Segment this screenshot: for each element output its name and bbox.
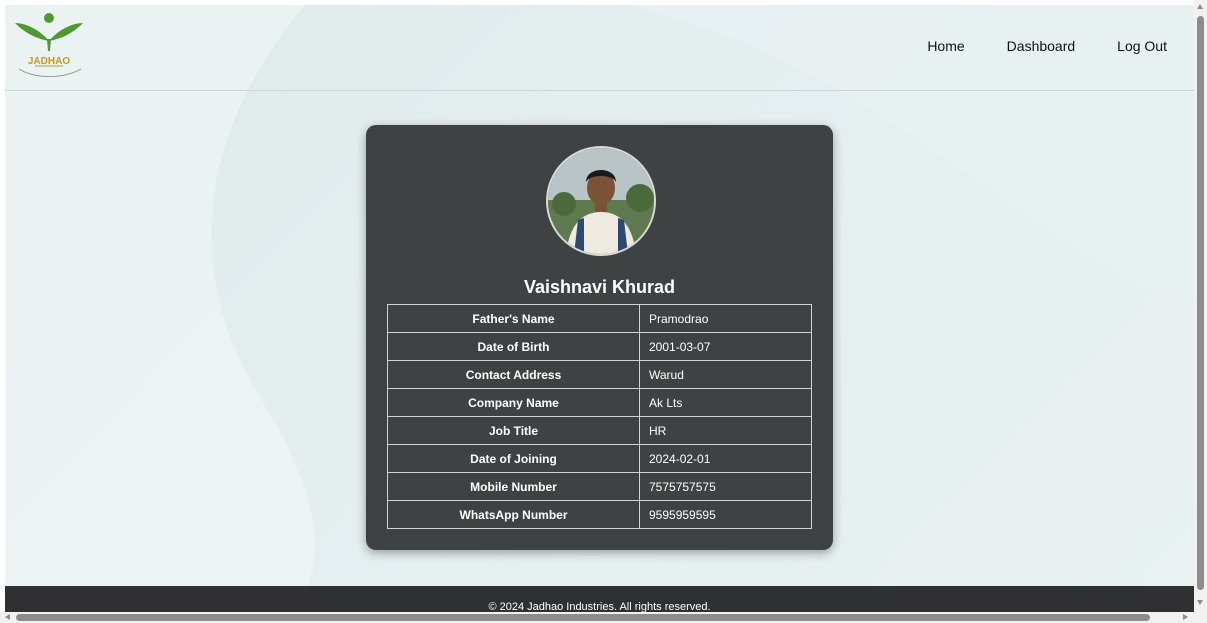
detail-label: Date of Birth [387,332,640,361]
table-row: Father's Name Pramodrao [387,304,812,333]
table-row: WhatsApp Number 9595959595 [387,500,812,529]
scroll-right-icon[interactable] [1183,614,1188,620]
horizontal-scroll-thumb[interactable] [16,614,1150,621]
nav-logout-link[interactable]: Log Out [1117,38,1167,54]
site-header: JADHAO Home Dashboard Log Out [5,5,1194,91]
main-nav: Home Dashboard Log Out [927,38,1167,54]
detail-value: Ak Lts [639,388,812,417]
detail-value: 2001-03-07 [639,332,812,361]
table-row: Date of Joining 2024-02-01 [387,444,812,473]
profile-card: Vaishnavi Khurad Father's Name Pramodrao… [366,125,833,550]
detail-value: Pramodrao [639,304,812,333]
person-photo-icon [548,148,654,254]
scroll-left-icon[interactable] [5,614,10,620]
copyright-text: © 2024 Jadhao Industries. All rights res… [488,601,711,612]
nav-home-link[interactable]: Home [927,38,964,54]
logo-text: JADHAO [28,56,70,67]
vertical-scrollbar[interactable] [1194,0,1207,613]
table-row: Mobile Number 7575757575 [387,472,812,501]
scroll-up-icon[interactable] [1197,4,1203,9]
profile-photo [546,146,656,256]
scroll-down-icon[interactable] [1197,600,1203,605]
nav-dashboard-link[interactable]: Dashboard [1007,38,1076,54]
profile-name: Vaishnavi Khurad [523,277,676,297]
table-row: Job Title HR [387,416,812,445]
detail-label: Company Name [387,388,640,417]
detail-label: Mobile Number [387,472,640,501]
detail-value: 9595959595 [639,500,812,529]
detail-value: HR [639,416,812,445]
table-row: Contact Address Warud [387,360,812,389]
detail-value: 2024-02-01 [639,444,812,473]
vertical-scroll-thumb[interactable] [1197,16,1204,590]
detail-label: Contact Address [387,360,640,389]
detail-label: WhatsApp Number [387,500,640,529]
detail-value: 7575757575 [639,472,812,501]
jadhao-logo[interactable]: JADHAO [11,11,87,79]
detail-label: Father's Name [387,304,640,333]
detail-value: Warud [639,360,812,389]
table-row: Date of Birth 2001-03-07 [387,332,812,361]
site-footer: © 2024 Jadhao Industries. All rights res… [5,586,1194,612]
table-row: Company Name Ak Lts [387,388,812,417]
detail-label: Date of Joining [387,444,640,473]
detail-label: Job Title [387,416,640,445]
profile-details-table: Father's Name Pramodrao Date of Birth 20… [387,304,812,529]
page-viewport: JADHAO Home Dashboard Log Out Vaishnavi … [5,5,1194,612]
horizontal-scrollbar[interactable] [0,612,1207,623]
